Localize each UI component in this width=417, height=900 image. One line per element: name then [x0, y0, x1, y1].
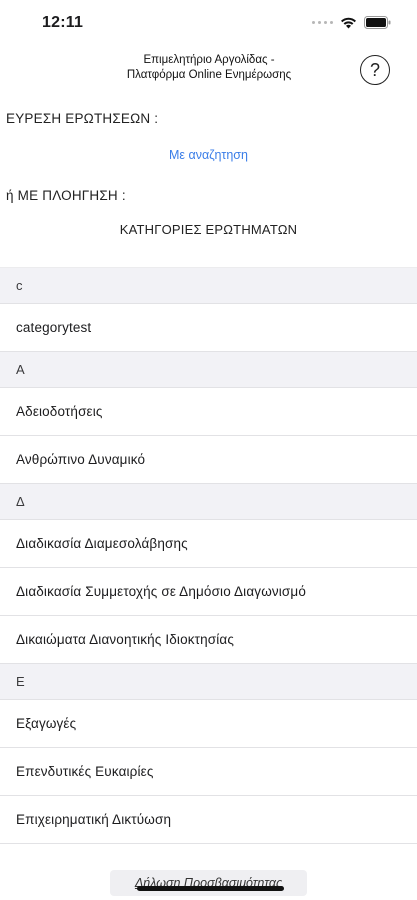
list-top-spacer — [0, 246, 417, 268]
battery-icon — [364, 16, 391, 29]
category-list-item[interactable]: Διαδικασία Διαμεσολάβησης — [0, 520, 417, 568]
section-header-label: c — [16, 278, 23, 293]
category-item-label: Εξαγωγές — [16, 716, 77, 731]
browse-label: ή ΜΕ ΠΛΟΗΓΗΣΗ : — [6, 188, 126, 203]
category-item-label: Αδειοδοτήσεις — [16, 404, 103, 419]
accessibility-statement-link[interactable]: Δήλωση Προσβασιμότητας — [110, 870, 307, 896]
section-header-label: Δ — [16, 494, 25, 509]
category-list-item[interactable]: Επιχειρηματική Δικτύωση — [0, 796, 417, 844]
category-list-item[interactable]: Επενδυτικές Ευκαιρίες — [0, 748, 417, 796]
category-item-label: Διαδικασία Συμμετοχής σε Δημόσιο Διαγωνι… — [16, 584, 306, 599]
page-title-line-2: Πλατφόρμα Online Ενημέρωσης — [126, 69, 292, 81]
page-title-line-1: Επιμελητήριο Αργολίδας - — [143, 54, 275, 66]
section-header-label: Ε — [16, 674, 25, 689]
category-item-label: Διαδικασία Διαμεσολάβησης — [16, 536, 188, 551]
cellular-signal-icon — [312, 21, 333, 24]
home-indicator — [137, 886, 284, 891]
page-title: Επιμελητήριο Αργολίδας - Πλατφόρμα Onlin… — [104, 53, 314, 83]
category-item-label: Επιχειρηματική Δικτύωση — [16, 812, 172, 827]
section-header-label: Α — [16, 362, 25, 377]
section-header: Δ — [0, 484, 417, 520]
category-item-label: Επενδυτικές Ευκαιρίες — [16, 764, 154, 779]
section-header: Α — [0, 352, 417, 388]
section-header: c — [0, 268, 417, 304]
question-mark-icon: ? — [369, 59, 380, 80]
category-item-label: Δικαιώματα Διανοητικής Ιδιοκτησίας — [16, 632, 235, 647]
category-list-item[interactable]: Ανθρώπινο Δυναμικό — [0, 436, 417, 484]
category-list: c categorytest Α Αδειοδοτήσεις Ανθρώπινο Δυν… — [0, 246, 417, 844]
status-icons — [312, 16, 391, 29]
category-list-item[interactable]: categorytest — [0, 304, 417, 352]
search-link[interactable]: Με αναζητηση — [0, 148, 417, 162]
status-bar: 12:11 — [0, 0, 417, 44]
section-header: Ε — [0, 664, 417, 700]
navigation-bar: Επιμελητήριο Αργολίδας - Πλατφόρμα Onlin… — [0, 46, 417, 94]
category-item-label: Ανθρώπινο Δυναμικό — [16, 452, 146, 467]
status-time: 12:11 — [42, 14, 84, 31]
categories-title: ΚΑΤΗΓΟΡΙΕΣ ΕΡΩΤΗΜΑΤΩΝ — [119, 222, 298, 237]
wifi-icon — [340, 17, 357, 29]
category-list-item[interactable]: Εξαγωγές — [0, 700, 417, 748]
find-questions-label: ΕΥΡΕΣΗ ΕΡΩΤΗΣΕΩΝ : — [6, 111, 159, 126]
category-list-item[interactable]: Αδειοδοτήσεις — [0, 388, 417, 436]
help-button[interactable]: ? — [360, 55, 390, 85]
category-list-item[interactable]: Δικαιώματα Διανοητικής Ιδιοκτησίας — [0, 616, 417, 664]
category-list-item[interactable]: Διαδικασία Συμμετοχής σε Δημόσιο Διαγωνι… — [0, 568, 417, 616]
category-item-label: categorytest — [16, 320, 92, 335]
